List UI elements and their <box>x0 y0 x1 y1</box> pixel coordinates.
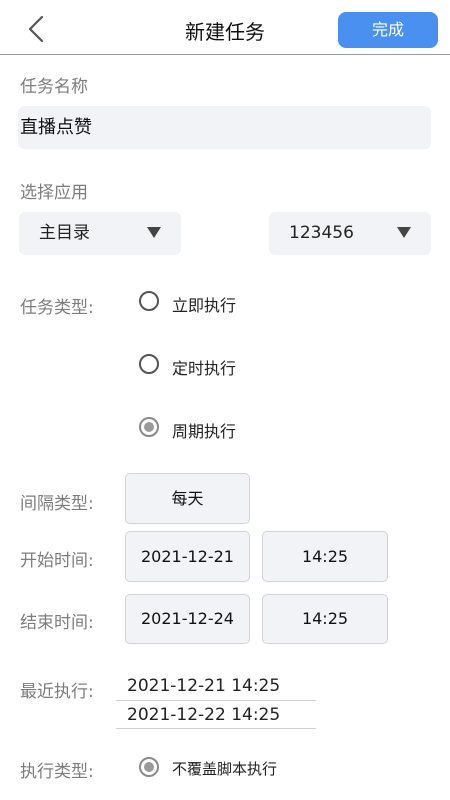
end-date-button[interactable]: 2021-12-24 <box>125 594 250 644</box>
task-type-label: 任务类型: <box>20 298 94 318</box>
interval-label: 间隔类型: <box>20 494 94 514</box>
directory-select-value: 主目录 <box>39 223 90 243</box>
end-time-button[interactable]: 14:25 <box>262 594 388 644</box>
divider <box>116 700 316 701</box>
app-select[interactable]: 123456 <box>269 212 431 255</box>
radio-label: 周期执行 <box>172 422 237 441</box>
radio-scheduled[interactable]: 定时执行 <box>139 353 299 379</box>
recent-item: 2021-12-22 14:25 <box>127 705 281 725</box>
start-time-button[interactable]: 14:25 <box>262 531 388 582</box>
start-date-button[interactable]: 2021-12-21 <box>125 531 250 582</box>
start-time-label: 开始时间: <box>20 551 94 571</box>
recent-item: 2021-12-21 14:25 <box>127 676 281 696</box>
task-name-input[interactable]: 直播点赞 <box>18 106 431 149</box>
radio-no-overwrite[interactable]: 不覆盖脚本执行 <box>139 756 339 782</box>
top-bar: 新建任务 完成 <box>0 0 450 55</box>
directory-select[interactable]: 主目录 <box>19 212 181 255</box>
recent-label: 最近执行: <box>20 682 94 702</box>
end-time-label: 结束时间: <box>20 613 94 633</box>
task-name-label: 任务名称 <box>20 77 88 97</box>
app-select-value: 123456 <box>289 223 354 243</box>
exec-type-label: 执行类型: <box>20 762 94 782</box>
radio-label: 立即执行 <box>172 296 237 315</box>
radio-immediate[interactable]: 立即执行 <box>139 290 299 316</box>
radio-circle-icon <box>139 354 159 374</box>
radio-checked-icon <box>139 417 159 437</box>
radio-periodic[interactable]: 周期执行 <box>139 416 299 442</box>
divider <box>116 728 316 729</box>
done-button[interactable]: 完成 <box>338 12 438 48</box>
radio-label: 定时执行 <box>172 359 237 378</box>
radio-circle-icon <box>139 291 159 311</box>
radio-checked-icon <box>139 757 159 777</box>
dropdown-triangle-icon <box>147 227 161 238</box>
dropdown-triangle-icon <box>397 227 411 238</box>
app-select-label: 选择应用 <box>20 183 88 203</box>
interval-select[interactable]: 每天 <box>125 473 250 524</box>
radio-label: 不覆盖脚本执行 <box>172 760 278 778</box>
